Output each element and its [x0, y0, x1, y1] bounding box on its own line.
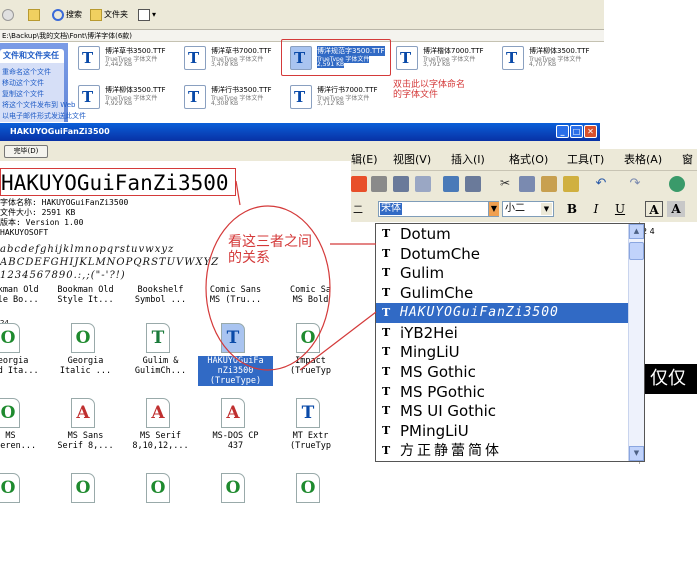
annotation-overlay: [205, 180, 377, 371]
annotation-line-icon: [299, 311, 377, 371]
annotation-line-title: [235, 180, 241, 206]
annotation-ellipse: [205, 205, 331, 371]
annotation-text: 看这三者之间 的关系: [228, 234, 312, 266]
